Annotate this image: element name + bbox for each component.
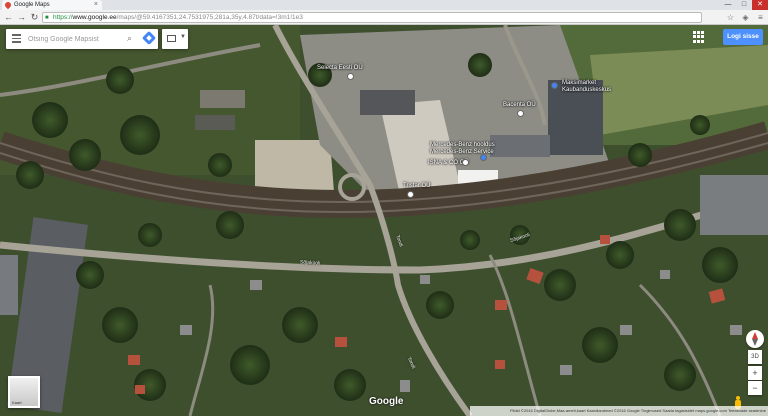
browser-tab[interactable]: Google Maps × <box>2 0 102 10</box>
bookmark-star-icon[interactable]: ☆ <box>725 12 736 23</box>
search-input[interactable] <box>28 32 118 46</box>
place-pin-icon[interactable] <box>347 73 354 80</box>
forward-arrow-icon[interactable]: → <box>16 12 27 23</box>
satellite-map[interactable]: Selecta Eesti OÜ Maksimarket Kaubanduske… <box>0 25 768 416</box>
input-tools-button[interactable]: ▼ <box>162 29 188 49</box>
poi-label[interactable]: Mercedes-Benz hooldus Mercedes-Benz Serv… <box>430 142 510 156</box>
maps-search-box: ⌕ <box>6 29 158 49</box>
maximize-button[interactable]: □ <box>736 0 752 10</box>
google-logo: Google <box>369 396 404 407</box>
compass-icon[interactable] <box>746 330 764 348</box>
close-window-button[interactable]: ✕ <box>752 0 768 10</box>
lock-icon: ■ <box>45 15 49 21</box>
url-protocol: https:// <box>53 14 73 21</box>
browser-toolbar: ← → ↻ ■ https://www.google.ee/maps/@59.4… <box>0 10 768 25</box>
place-pin-icon[interactable] <box>462 159 469 166</box>
poi-label[interactable]: Maksimarket Kaubanduskeskus <box>562 80 622 94</box>
map-footer: Pildid ©2016 DigitalGlobe,Maa-ameti,kaar… <box>470 406 768 416</box>
map-type-toggle[interactable]: Kaart <box>8 376 40 408</box>
reload-icon[interactable]: ↻ <box>29 12 40 23</box>
extension-icon[interactable]: ◈ <box>740 12 751 23</box>
tilt-3d-button[interactable]: 3D <box>748 350 762 364</box>
car-service-pin-icon[interactable] <box>480 154 487 161</box>
shopping-pin-icon[interactable] <box>551 82 558 89</box>
search-icon[interactable]: ⌕ <box>127 33 132 44</box>
chevron-down-icon: ▼ <box>180 34 186 40</box>
keyboard-icon <box>167 35 176 42</box>
map-type-label: Kaart <box>12 400 22 405</box>
maps-favicon-icon <box>3 0 13 10</box>
place-pin-icon[interactable] <box>407 191 414 198</box>
zoom-in-button[interactable]: + <box>748 366 762 380</box>
window-controls: — □ ✕ <box>720 0 768 10</box>
minimize-button[interactable]: — <box>720 0 736 10</box>
signin-button[interactable]: Logi sisse <box>723 29 763 45</box>
poi-label[interactable]: Bacenta OÜ <box>503 102 536 109</box>
url-path: /maps/@59.4167351,24.7531975,281a,35y,4.… <box>116 14 303 21</box>
place-pin-icon[interactable] <box>517 110 524 117</box>
directions-icon[interactable] <box>141 30 157 46</box>
browser-tabbar: Google Maps × — □ ✕ <box>0 0 768 10</box>
satellite-imagery <box>0 25 768 416</box>
address-bar[interactable]: ■ https://www.google.ee/maps/@59.4167351… <box>42 12 702 23</box>
zoom-out-button[interactable]: − <box>748 381 762 395</box>
url-host: www.google.ee <box>72 14 117 21</box>
apps-grid-icon[interactable] <box>693 31 705 43</box>
tab-title: Google Maps <box>14 2 50 8</box>
poi-label[interactable]: Selecta Eesti OÜ <box>317 65 363 72</box>
street-label: Sõjakooli <box>299 259 321 267</box>
hamburger-menu-icon[interactable] <box>12 34 21 44</box>
chrome-menu-icon[interactable]: ≡ <box>755 12 766 23</box>
back-arrow-icon[interactable]: ← <box>3 12 14 23</box>
poi-label[interactable]: Tristar OÜ <box>403 183 430 190</box>
toolbar-actions: ☆ ◈ ≡ <box>725 12 766 23</box>
tab-close-icon[interactable]: × <box>94 0 98 10</box>
